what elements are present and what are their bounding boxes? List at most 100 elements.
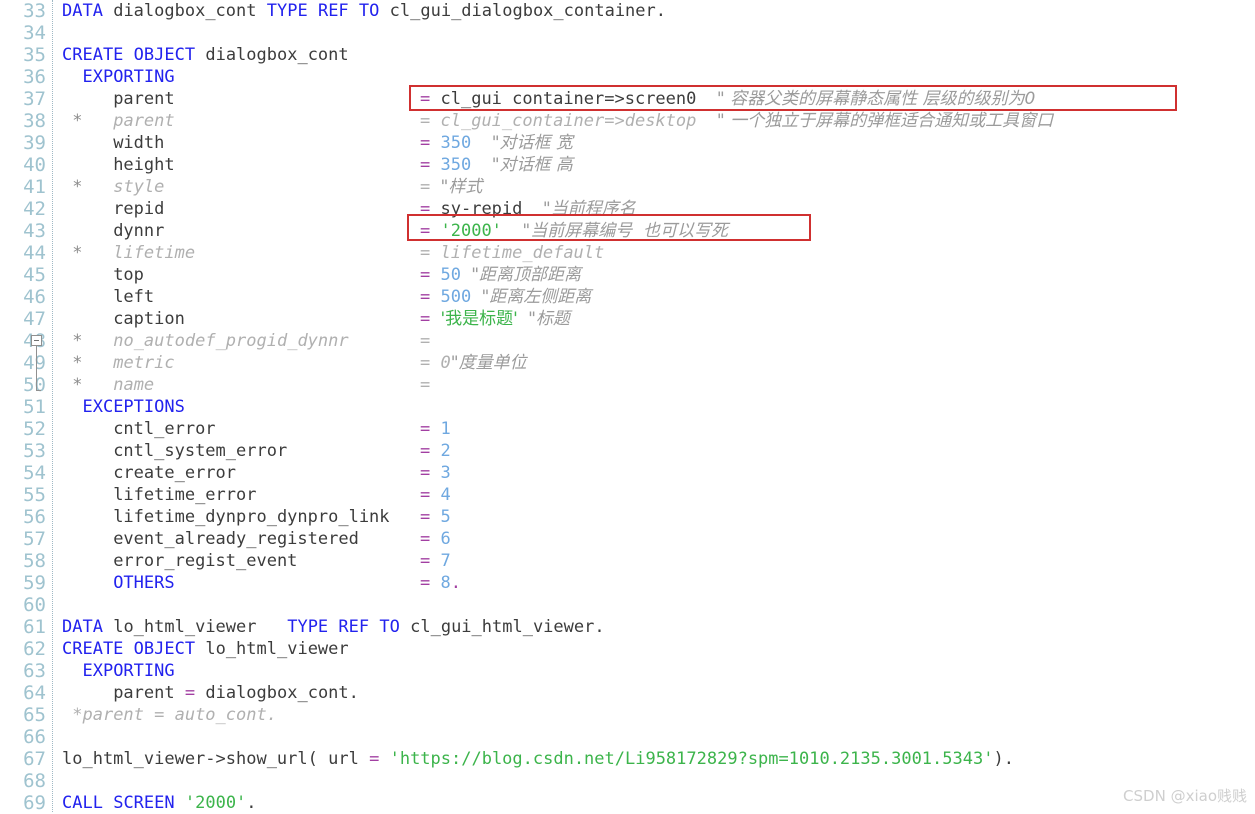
code-line[interactable]: cntl_system_error = 2 bbox=[62, 440, 1252, 462]
line-number: 51 bbox=[23, 396, 46, 418]
code-line[interactable]: parent = dialogbox_cont. bbox=[62, 682, 1252, 704]
code-line[interactable]: lifetime_error = 4 bbox=[62, 484, 1252, 506]
token-method-call: lo_html_viewer->show_url( bbox=[62, 749, 318, 769]
code-line-commented[interactable]: * lifetime = lifetime_default bbox=[62, 242, 1252, 264]
code-line-blank[interactable] bbox=[62, 770, 1252, 792]
code-line[interactable]: cntl_error = 1 bbox=[62, 418, 1252, 440]
token-comment: "标题 bbox=[528, 309, 570, 329]
code-line[interactable]: DATA lo_html_viewer TYPE REF TO cl_gui_h… bbox=[62, 616, 1252, 638]
token-keyword: CREATE bbox=[62, 639, 124, 659]
line-number: 61 bbox=[23, 616, 46, 638]
token-operator: = bbox=[420, 133, 431, 153]
line-number: 54 bbox=[23, 462, 46, 484]
code-content[interactable]: DATA dialogbox_cont TYPE REF TO cl_gui_d… bbox=[62, 0, 1252, 814]
code-line-commented[interactable]: * parent = cl_gui_container=>desktop " 一个… bbox=[62, 110, 1252, 132]
token-identifier: lo_html_viewer bbox=[205, 639, 349, 659]
code-line-blank[interactable] bbox=[62, 726, 1252, 748]
token-operator: = bbox=[420, 221, 431, 241]
code-line[interactable]: height = 350 "对话框 高 bbox=[62, 154, 1252, 176]
token-period: . bbox=[594, 617, 605, 637]
token-parameter-name: width bbox=[113, 133, 165, 153]
line-number: 50 bbox=[23, 374, 46, 396]
code-line[interactable]: left = 500 "距离左侧距离 bbox=[62, 286, 1252, 308]
code-line[interactable]: caption = '我是标题' "标题 bbox=[62, 308, 1252, 330]
token-url-string[interactable]: 'https://blog.csdn.net/Li958172829?spm=1… bbox=[390, 749, 994, 769]
code-line-commented[interactable]: * style = "样式 bbox=[62, 176, 1252, 198]
code-line-commented[interactable]: *parent = auto_cont. bbox=[62, 704, 1252, 726]
code-line[interactable]: parent = cl_gui container=>screen0 " 容器父类… bbox=[62, 88, 1252, 110]
token-comment-star: * bbox=[72, 331, 83, 351]
token-keyword: CREATE bbox=[62, 45, 124, 65]
token-keyword: TYPE bbox=[266, 1, 308, 21]
code-line[interactable]: dynnr = '2000' "当前屏幕编号 也可以写死 bbox=[62, 220, 1252, 242]
line-number: 55 bbox=[23, 484, 46, 506]
code-line[interactable]: OTHERS = 8. bbox=[62, 572, 1252, 594]
token-comment: " 一个独立于屏幕的弹框适合通知或工具窗口 bbox=[716, 111, 1054, 131]
token-operator: = bbox=[420, 331, 431, 351]
token-parameter-name: top bbox=[113, 265, 144, 285]
code-line-blank[interactable] bbox=[62, 594, 1252, 616]
line-number: 52 bbox=[23, 418, 46, 440]
code-line[interactable]: repid = sy-repid "当前程序名 bbox=[62, 198, 1252, 220]
token-operator: = bbox=[420, 551, 431, 571]
code-line[interactable]: width = 350 "对话框 宽 bbox=[62, 132, 1252, 154]
code-line[interactable]: error_regist_event = 7 bbox=[62, 550, 1252, 572]
token-keyword: REF bbox=[317, 1, 349, 21]
token-operator: = bbox=[420, 265, 431, 285]
token-parameter-name: lifetime bbox=[113, 243, 196, 263]
code-line[interactable]: create_error = 3 bbox=[62, 462, 1252, 484]
token-keyword: EXCEPTIONS bbox=[82, 397, 185, 417]
token-parameter-name: dynnr bbox=[113, 221, 165, 241]
code-line-commented[interactable]: * metric = 0"度量单位 bbox=[62, 352, 1252, 374]
code-line-commented[interactable]: * no_autodef_progid_dynnr = bbox=[62, 330, 1252, 352]
line-number: 57 bbox=[23, 528, 46, 550]
token-parameter-name: repid bbox=[113, 199, 165, 219]
code-line[interactable]: CREATE OBJECT dialogbox_cont bbox=[62, 44, 1252, 66]
token-keyword: OBJECT bbox=[133, 639, 196, 659]
token-comment: "度量单位 bbox=[450, 353, 527, 373]
code-line-commented[interactable]: * name = bbox=[62, 374, 1252, 396]
code-line[interactable]: event_already_registered = 6 bbox=[62, 528, 1252, 550]
token-exception-name: lifetime_dynpro_dynpro_link bbox=[113, 507, 390, 527]
token-number: 2 bbox=[440, 441, 451, 461]
token-number: 3 bbox=[440, 463, 451, 483]
token-operator: = bbox=[420, 89, 431, 109]
line-number: 56 bbox=[23, 506, 46, 528]
code-editor[interactable]: 33 34 35 36 37 38 39 40 41 42 43 44 45 4… bbox=[0, 0, 1255, 814]
code-line[interactable]: DATA dialogbox_cont TYPE REF TO cl_gui_d… bbox=[62, 0, 1252, 22]
code-line[interactable]: lo_html_viewer->show_url( url = 'https:/… bbox=[62, 748, 1252, 770]
code-line[interactable]: EXPORTING bbox=[62, 66, 1252, 88]
code-line[interactable]: EXCEPTIONS bbox=[62, 396, 1252, 418]
code-line[interactable]: EXPORTING bbox=[62, 660, 1252, 682]
line-number: 40 bbox=[23, 154, 46, 176]
token-number: 1 bbox=[440, 419, 451, 439]
line-number: 43 bbox=[23, 220, 46, 242]
token-comment: "当前屏幕编号 也可以写死 bbox=[522, 221, 729, 241]
token-operator: = bbox=[420, 155, 431, 175]
token-parameter-name: caption bbox=[113, 309, 185, 329]
token-number: 500 bbox=[440, 287, 472, 307]
token-operator: = bbox=[420, 309, 431, 329]
line-number: 60 bbox=[23, 594, 46, 616]
token-string: '2000' bbox=[184, 793, 247, 813]
token-number: 350 bbox=[440, 155, 472, 175]
token-operator: = bbox=[420, 287, 431, 307]
code-line[interactable]: CALL SCREEN '2000'. bbox=[62, 792, 1252, 814]
line-number: 35 bbox=[23, 44, 46, 66]
line-number: 66 bbox=[23, 726, 46, 748]
line-number: 34 bbox=[23, 22, 46, 44]
token-parameter-name: parent bbox=[113, 111, 175, 131]
fold-collapse-icon[interactable] bbox=[31, 335, 42, 346]
code-line-blank[interactable] bbox=[62, 22, 1252, 44]
code-line[interactable]: top = 50 "距离顶部距离 bbox=[62, 264, 1252, 286]
token-operator: = bbox=[184, 683, 196, 703]
line-number: 37 bbox=[23, 88, 46, 110]
line-number: 68 bbox=[23, 770, 46, 792]
code-line[interactable]: lifetime_dynpro_dynpro_link = 5 bbox=[62, 506, 1252, 528]
code-line[interactable]: CREATE OBJECT lo_html_viewer bbox=[62, 638, 1252, 660]
token-value: dialogbox_cont bbox=[205, 683, 349, 703]
token-keyword: CALL bbox=[62, 793, 103, 813]
token-exception-name: cntl_error bbox=[113, 419, 216, 439]
token-parameter-name: metric bbox=[113, 353, 175, 373]
token-keyword: DATA bbox=[62, 617, 103, 637]
